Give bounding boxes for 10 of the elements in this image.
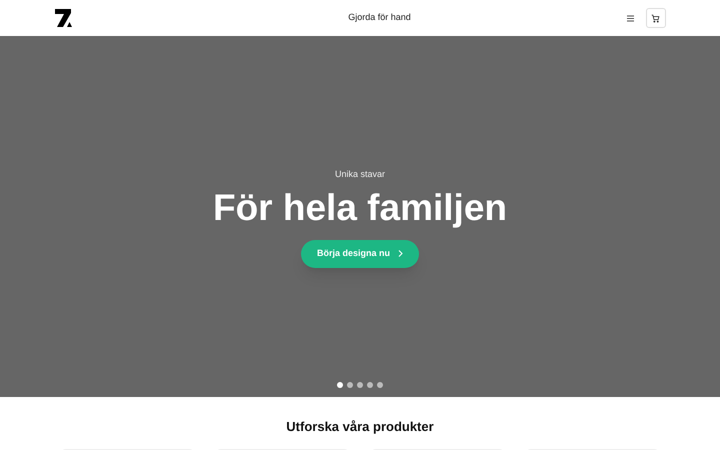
cart-button[interactable] — [646, 8, 666, 28]
tagline: Gjorda för hand — [348, 11, 411, 24]
start-design-button[interactable]: Börja designa nu — [300, 240, 419, 268]
section-title: Utforska våra produkter — [286, 418, 434, 436]
logo-icon[interactable] — [54, 9, 72, 27]
hero-eyebrow: Unika stavar — [334, 168, 386, 181]
menu-icon[interactable] — [626, 14, 634, 22]
hero-title: För hela familjen — [212, 186, 507, 230]
cart-icon — [651, 14, 660, 22]
chevron-right-icon — [398, 250, 403, 257]
